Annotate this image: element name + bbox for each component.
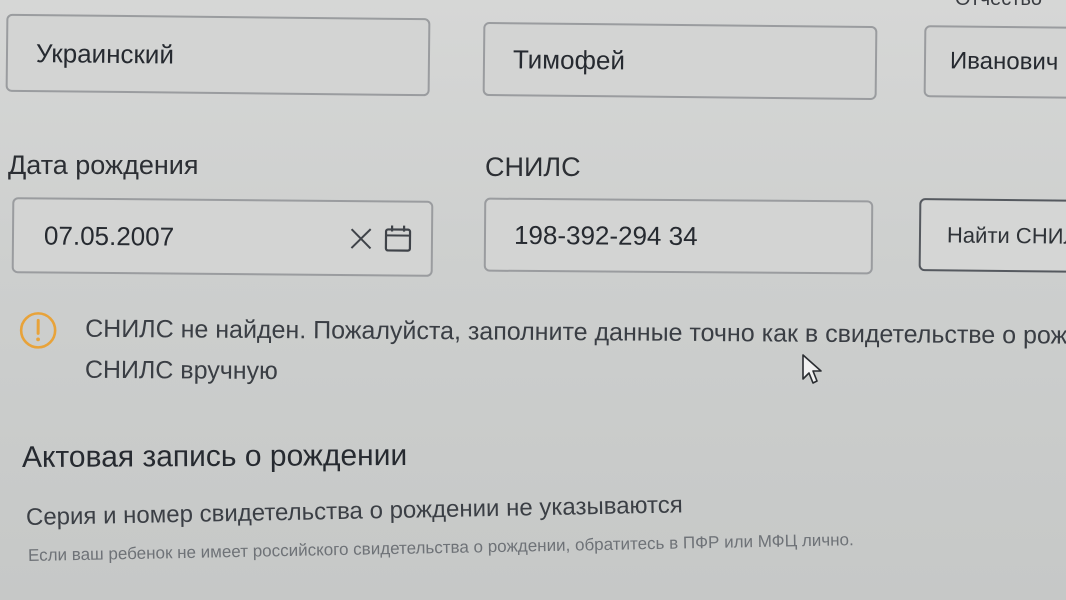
last-name-value: Украинский [35,37,175,70]
middle-name-field[interactable]: Иванович [923,25,1066,99]
middle-name-value: Иванович [949,47,1059,76]
birth-certificate-note: Серия и номер свидетельства о рождении н… [25,491,683,531]
middle-name-label-fragment: Отчество [955,0,1042,11]
birth-date-label: Дата рождения [8,150,199,180]
close-icon[interactable] [349,226,373,250]
mouse-pointer-icon [802,354,822,384]
birth-date-value: 07.05.2007 [43,219,175,252]
birth-date-field[interactable]: 07.05.2007 [11,197,434,277]
snils-warning: СНИЛС не найден. Пожалуйста, заполните д… [18,308,1066,398]
birth-certificate-subnote: Если ваш ребенок не имеет российского св… [27,530,854,565]
last-name-field[interactable]: Украинский [5,13,431,97]
calendar-icon[interactable] [383,223,413,253]
birth-record-title: Актовая запись о рождении [21,438,408,475]
warning-text: СНИЛС не найден. Пожалуйста, заполните д… [85,309,1066,398]
snils-value: 198-392-294 34 [513,219,698,251]
first-name-field[interactable]: Тимофей [482,21,878,101]
warning-line-1: СНИЛС не найден. Пожалуйста, заполните д… [85,314,1066,351]
find-snils-button[interactable]: Найти СНИЛС [918,198,1066,273]
snils-label: СНИЛС [485,152,581,182]
form-page: Отчество Украинский Тимофей Иванович Дат… [0,0,1066,600]
first-name-value: Тимофей [512,43,626,75]
snils-field[interactable]: 198-392-294 34 [483,197,874,275]
warning-line-2: СНИЛС вручную [84,355,278,386]
exclamation-circle-icon [19,312,57,349]
